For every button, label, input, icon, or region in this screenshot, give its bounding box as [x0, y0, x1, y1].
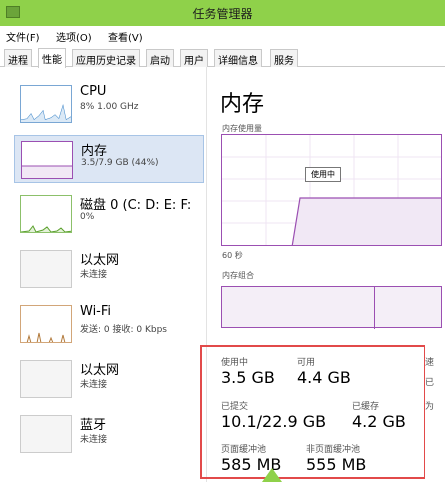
stat-slots-label-cut: 已	[425, 378, 435, 388]
ethernet-thumbnail-graph	[20, 360, 72, 398]
memory-usage-graph	[221, 134, 442, 246]
sidebar-item-sub: 8% 1.00 GHz	[80, 102, 139, 112]
memory-thumbnail-graph	[21, 141, 73, 179]
memory-composition-label: 内存组合	[222, 271, 254, 280]
stat-available-label: 可用	[297, 358, 316, 368]
menu-view[interactable]: 查看(V)	[108, 29, 143, 44]
memory-usage-label: 内存使用量	[222, 124, 262, 133]
tab-performance[interactable]: 性能	[38, 48, 66, 68]
bluetooth-thumbnail-graph	[20, 415, 72, 453]
pointer-arrow-icon	[262, 468, 282, 482]
wifi-sparkline	[26, 332, 66, 342]
stat-paged-pool-label: 页面缓冲池	[221, 445, 267, 455]
stat-non-paged-pool-label: 非页面缓冲池	[306, 445, 361, 455]
sidebar-item-name: Wi-Fi	[80, 304, 112, 319]
menu-bar: 文件(F) 选项(O) 查看(V)	[0, 26, 445, 45]
stat-in-use-value: 3.5 GB	[221, 368, 275, 387]
cpu-thumbnail-graph	[20, 85, 72, 123]
sidebar-item-name: 以太网	[80, 363, 120, 378]
sidebar-item-sub: 未连接	[80, 380, 108, 390]
wifi-thumbnail-graph	[20, 305, 72, 343]
tab-processes[interactable]: 进程	[4, 49, 32, 67]
page-title: 内存	[220, 92, 265, 117]
sidebar-item-name: 以太网	[80, 253, 120, 268]
sidebar-item-name: 蓝牙	[80, 418, 107, 433]
sidebar-item-ethernet-2[interactable]: 以太网 未连接	[14, 355, 204, 403]
tab-details[interactable]: 详细信息	[214, 49, 262, 67]
stat-non-paged-pool-value: 555 MB	[306, 455, 367, 474]
stat-reserved-label-cut: 为	[425, 402, 435, 412]
stat-speed-label-cut: 速	[425, 358, 435, 368]
tab-services[interactable]: 服务	[270, 49, 298, 67]
menu-options[interactable]: 选项(O)	[56, 29, 92, 44]
window-title: 任务管理器	[192, 7, 253, 21]
sidebar-item-sub: 未连接	[80, 435, 108, 445]
disk-thumbnail-graph	[20, 195, 72, 233]
time-span-label: 60 秒	[222, 251, 243, 260]
title-bar: 任务管理器	[0, 0, 445, 26]
sidebar-item-ethernet-1[interactable]: 以太网 未连接	[14, 245, 204, 293]
sidebar-item-bluetooth[interactable]: 蓝牙 未连接	[14, 410, 204, 458]
stat-cached-label: 已缓存	[352, 402, 380, 412]
stat-committed-label: 已提交	[221, 402, 249, 412]
cpu-sparkline	[21, 104, 71, 122]
stat-in-use-label: 使用中	[221, 358, 249, 368]
memory-composition-bar	[221, 286, 442, 329]
sidebar-item-wifi[interactable]: Wi-Fi 发送: 0 接收: 0 Kbps	[14, 300, 204, 348]
menu-file[interactable]: 文件(F)	[6, 29, 40, 44]
stat-available-value: 4.4 GB	[297, 368, 351, 387]
sidebar-item-disk[interactable]: 磁盘 0 (C: D: E: F: 0%	[14, 190, 204, 238]
tab-users[interactable]: 用户	[180, 49, 208, 67]
stat-committed-value: 10.1/22.9 GB	[221, 412, 327, 431]
in-use-tooltip: 使用中	[305, 167, 341, 182]
tab-app-history[interactable]: 应用历史记录	[72, 49, 140, 67]
right-edge-panel: 速 已 为	[425, 345, 445, 482]
sidebar-item-name: CPU	[80, 84, 107, 99]
sidebar-item-name: 磁盘 0 (C: D: E: F:	[80, 198, 192, 213]
tab-startup[interactable]: 启动	[146, 49, 174, 67]
sidebar-item-sub: 3.5/7.9 GB (44%)	[81, 158, 159, 168]
sidebar-item-sub: 发送: 0 接收: 0 Kbps	[80, 325, 167, 335]
sidebar-item-name: 内存	[81, 144, 108, 159]
disk-sparkline	[21, 225, 71, 232]
sidebar-item-memory[interactable]: 内存 3.5/7.9 GB (44%)	[14, 135, 204, 183]
tab-bar: 进程 性能 应用历史记录 启动 用户 详细信息 服务	[0, 45, 445, 68]
sidebar-item-sub: 0%	[80, 212, 95, 222]
memory-usage-graph-svg	[222, 135, 441, 245]
stat-cached-value: 4.2 GB	[352, 412, 406, 431]
memory-sparkline	[22, 165, 72, 178]
ethernet-thumbnail-graph	[20, 250, 72, 288]
sidebar-item-cpu[interactable]: CPU 8% 1.00 GHz	[14, 80, 204, 128]
sidebar-item-sub: 未连接	[80, 270, 108, 280]
composition-divider	[374, 287, 375, 329]
